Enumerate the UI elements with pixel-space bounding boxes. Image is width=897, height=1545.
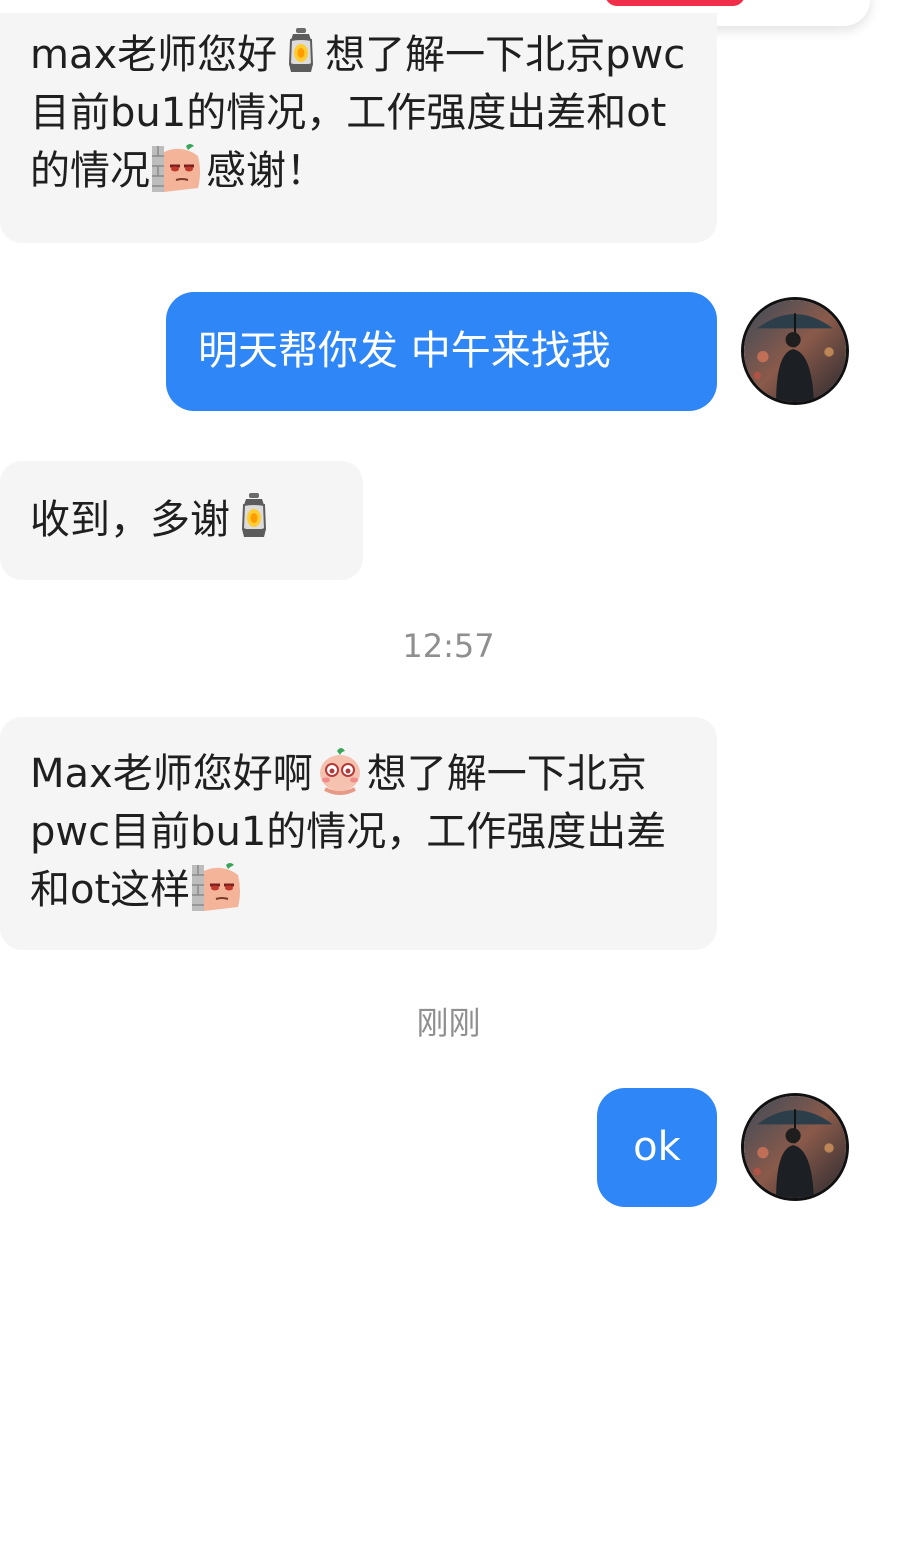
outgoing-message-bubble[interactable]: ok (597, 1088, 717, 1207)
message-timestamp: 12:57 (402, 627, 495, 665)
outgoing-message-bubble[interactable]: 明天帮你发 中午来找我 (166, 292, 717, 411)
blushing-face-emoji-icon (315, 745, 365, 795)
message-timestamp: 刚刚 (416, 1004, 481, 1042)
user-avatar[interactable] (741, 1093, 849, 1201)
incoming-message-bubble[interactable]: 收到，多谢 (0, 461, 363, 580)
peeking-wall-emoji-icon (192, 861, 244, 911)
user-avatar[interactable] (741, 297, 849, 405)
message-text: ok (633, 1124, 681, 1170)
message-text: Max老师您好啊 (30, 751, 313, 797)
peeking-wall-emoji-icon (152, 142, 204, 192)
lantern-emoji-icon (232, 491, 276, 541)
lantern-emoji-icon (279, 26, 323, 76)
message-text: 收到，多谢 (30, 497, 230, 543)
message-text: max老师您好 (30, 32, 278, 78)
incoming-message-bubble[interactable]: Max老师您好啊 想了解一下北京pwc目前bu1的情况，工作强度出差和ot这样 (0, 717, 717, 950)
message-text: 感谢！ (206, 148, 326, 194)
red-action-button[interactable] (605, 0, 745, 6)
person-with-umbrella-avatar-icon (744, 300, 846, 402)
message-text: 明天帮你发 中午来找我 (198, 328, 611, 374)
person-with-umbrella-avatar-icon (744, 1096, 846, 1198)
incoming-message-bubble[interactable]: max老师您好 想了解一下北京pwc目前bu1的情况，工作强度出差和ot的情况 (0, 13, 717, 243)
